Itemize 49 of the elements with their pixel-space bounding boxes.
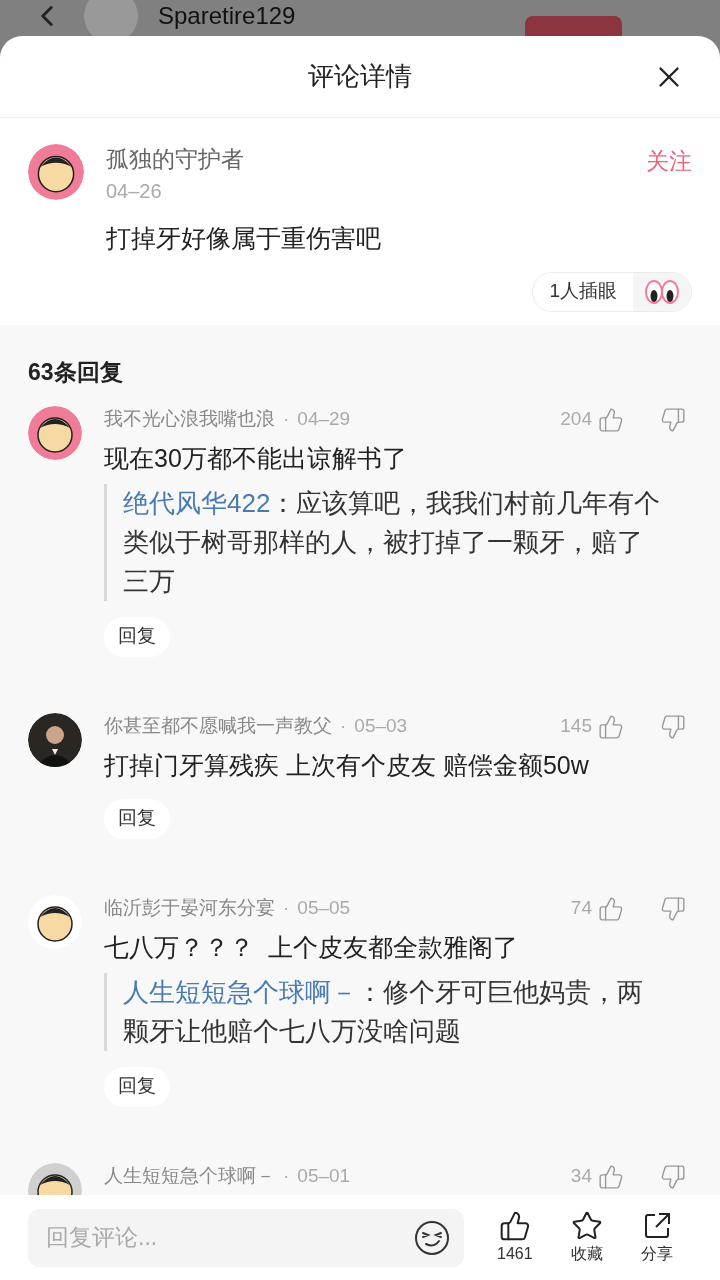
emoji-icon[interactable] bbox=[414, 1219, 450, 1256]
like-icon[interactable] bbox=[598, 713, 624, 740]
sheet-title: 评论详情 bbox=[308, 60, 412, 93]
reply-date: 04–29 bbox=[297, 407, 351, 432]
author-link[interactable]: 人生短短急个球啊－ bbox=[123, 976, 357, 1007]
reply-button[interactable]: 回复 bbox=[104, 616, 170, 657]
star-icon bbox=[570, 1209, 603, 1242]
like-count: 34 bbox=[570, 1164, 592, 1189]
share-button[interactable]: 分享 bbox=[640, 1209, 673, 1266]
username[interactable]: 你甚至都不愿喊我一声教父 bbox=[104, 712, 332, 741]
separator-dot: · bbox=[283, 1164, 290, 1189]
reply-button[interactable]: 回复 bbox=[104, 1066, 170, 1107]
like-count: 204 bbox=[560, 407, 592, 432]
reply-date: 05–01 bbox=[297, 1164, 351, 1189]
like-icon[interactable] bbox=[598, 895, 624, 922]
separator-dot: · bbox=[340, 714, 347, 739]
separator-dot: · bbox=[283, 407, 290, 432]
username: Sparetire129 bbox=[158, 3, 296, 29]
dislike-icon[interactable] bbox=[660, 1163, 686, 1190]
reply-button[interactable]: 回复 bbox=[104, 798, 170, 839]
username[interactable]: 临沂彭于晏河东分宴 bbox=[104, 894, 275, 923]
like-count: 74 bbox=[570, 896, 592, 921]
dislike-icon[interactable] bbox=[660, 713, 686, 740]
replies-count: 63条回复 bbox=[27, 358, 124, 387]
author-link[interactable]: 绝代风华422 bbox=[123, 487, 271, 518]
eyes-icon bbox=[645, 278, 679, 305]
like-button[interactable]: 1461 bbox=[497, 1209, 533, 1266]
username[interactable]: 我不光心浪我嘴也浪 bbox=[104, 405, 275, 434]
dislike-icon[interactable] bbox=[660, 406, 686, 433]
like-icon[interactable] bbox=[598, 1163, 624, 1190]
comment-text: 打掉牙好像属于重伤害吧 bbox=[106, 223, 382, 254]
comment-date: 04–26 bbox=[106, 179, 163, 204]
thumbs-up-icon bbox=[498, 1209, 531, 1242]
separator-dot: · bbox=[283, 896, 290, 921]
reply-input-field[interactable]: 回复评论... bbox=[28, 1208, 464, 1267]
like-icon[interactable] bbox=[598, 406, 624, 433]
username[interactable]: 人生短短急个球啊－ bbox=[104, 1162, 275, 1191]
reply-text: 现在30万都不能出谅解书了 bbox=[104, 442, 408, 474]
favorite-button[interactable]: 收藏 bbox=[570, 1209, 603, 1266]
like-count: 145 bbox=[560, 714, 592, 739]
reply-text: 七八万？？？ 上个皮友都全款雅阁了 bbox=[104, 931, 519, 963]
reply-text: 打掉门牙算残疾 上次有个皮友 赔偿金额50w bbox=[104, 749, 590, 781]
quoted-reply: 人生短短急个球啊－：修个牙可巨他妈贵，两颗牙让他赔个七八万没啥问题 bbox=[123, 975, 644, 1048]
quoted-reply: 绝代风华422：应该算吧，我我们村前几年有个类似于树哥那样的人，被打掉了一颗牙，赔了三万 bbox=[123, 486, 662, 598]
dislike-icon[interactable] bbox=[660, 895, 686, 922]
follow-button[interactable]: 关注 bbox=[646, 144, 692, 179]
reply-date: 05–05 bbox=[297, 896, 351, 921]
reply-date: 05–03 bbox=[354, 714, 408, 739]
username[interactable]: 孤独的守护者 bbox=[106, 144, 244, 174]
